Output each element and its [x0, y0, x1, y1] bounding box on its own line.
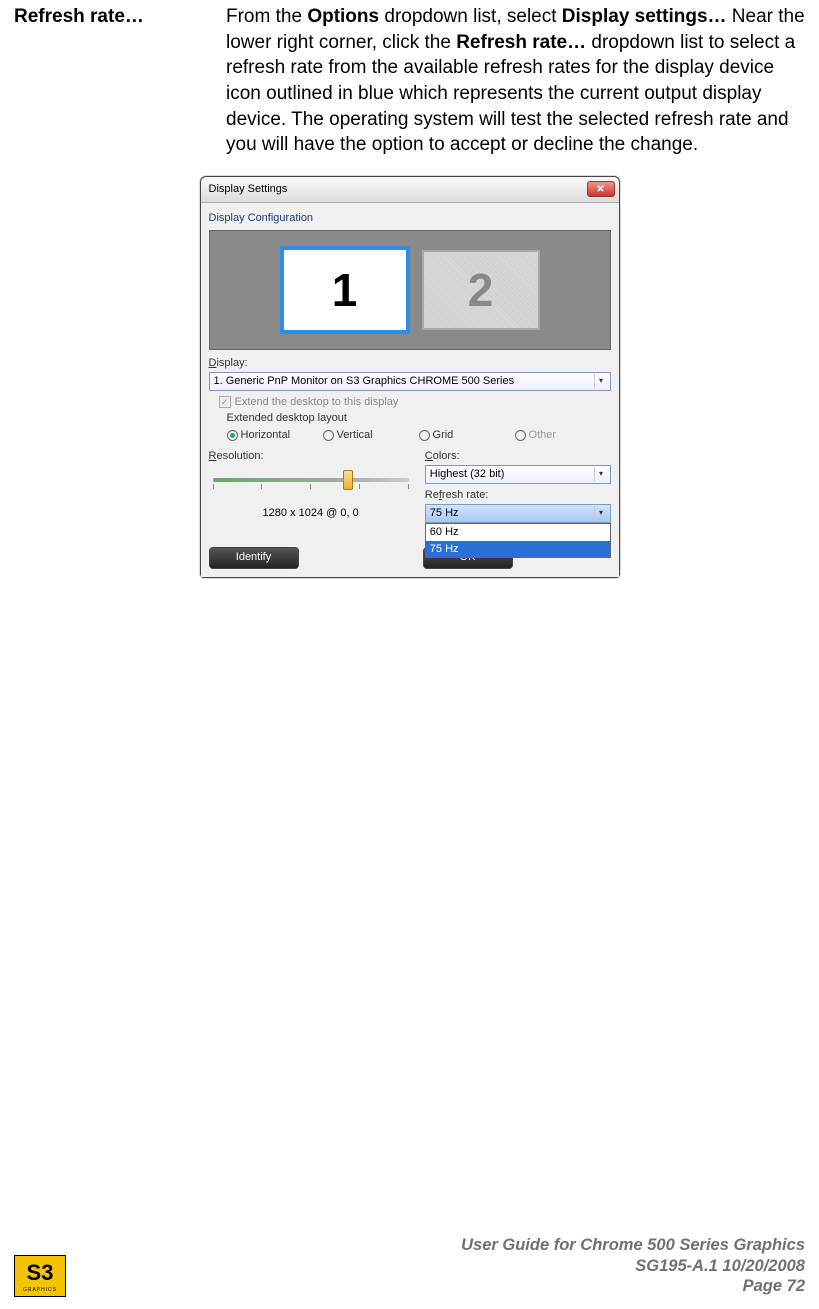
chevron-down-icon: ▾	[594, 506, 608, 520]
resolution-label: Resolution:	[209, 449, 413, 464]
footer-page-label: Page	[743, 1277, 787, 1295]
display-settings-dialog: Display Settings ✕ Display Configuration…	[200, 176, 620, 578]
page-footer: S3 GRAPHICS User Guide for Chrome 500 Se…	[0, 1235, 819, 1297]
desc-text: From the	[226, 6, 307, 27]
chevron-down-icon: ▾	[594, 374, 608, 388]
desc-bold-refresh-rate: Refresh rate…	[456, 32, 586, 53]
extended-layout-label: Extended desktop layout	[227, 411, 611, 426]
slider-ticks	[213, 484, 409, 489]
refresh-rate-label: Refresh rate:	[425, 488, 611, 503]
logo-main-text: S3	[27, 1258, 54, 1288]
chevron-down-icon: ▾	[594, 467, 608, 481]
resolution-slider[interactable]	[209, 470, 413, 504]
footer-docid-date: SG195-A.1 10/20/2008	[66, 1256, 805, 1277]
close-button[interactable]: ✕	[587, 181, 615, 197]
layout-other-radio: Other	[515, 428, 611, 443]
display-dropdown[interactable]: 1. Generic PnP Monitor on S3 Graphics CH…	[209, 372, 611, 391]
monitor-arrangement-area[interactable]: 1 2	[209, 230, 611, 350]
footer-page-number: 72	[787, 1277, 805, 1295]
colors-dropdown[interactable]: Highest (32 bit) ▾	[425, 465, 611, 484]
colors-label: Colors:	[425, 449, 611, 464]
colors-dropdown-value: Highest (32 bit)	[430, 467, 505, 482]
extended-layout-options: Horizontal Vertical Grid Other	[227, 428, 611, 443]
radio-icon	[227, 430, 238, 441]
layout-horizontal-radio[interactable]: Horizontal	[227, 428, 323, 443]
radio-icon	[323, 430, 334, 441]
refresh-rate-dropdown[interactable]: 75 Hz ▾	[425, 504, 611, 523]
s3-graphics-logo: S3 GRAPHICS	[14, 1255, 66, 1297]
refresh-rate-dropdown-value: 75 Hz	[430, 506, 459, 521]
slider-thumb[interactable]	[343, 470, 353, 490]
entry-label: Refresh rate…	[0, 4, 226, 158]
desc-bold-display-settings: Display settings…	[562, 6, 727, 27]
display-dropdown-value: 1. Generic PnP Monitor on S3 Graphics CH…	[214, 374, 515, 389]
display-configuration-label: Display Configuration	[209, 211, 611, 226]
desc-text: dropdown list, select	[379, 6, 562, 27]
layout-grid-radio[interactable]: Grid	[419, 428, 515, 443]
entry-description: From the Options dropdown list, select D…	[226, 4, 819, 158]
slider-track	[213, 478, 409, 482]
desc-bold-options: Options	[307, 6, 379, 27]
monitor-2[interactable]: 2	[422, 250, 540, 330]
dialog-title: Display Settings	[209, 182, 288, 197]
dialog-titlebar: Display Settings ✕	[201, 177, 619, 203]
footer-title: User Guide for Chrome 500 Series Graphic…	[66, 1235, 805, 1256]
radio-icon	[515, 430, 526, 441]
resolution-value: 1280 x 1024 @ 0, 0	[209, 506, 413, 521]
refresh-rate-option-60hz[interactable]: 60 Hz	[426, 524, 610, 541]
refresh-rate-option-75hz[interactable]: 75 Hz	[426, 541, 610, 558]
extend-desktop-label: Extend the desktop to this display	[235, 395, 399, 410]
radio-icon	[419, 430, 430, 441]
display-field-label: Display:	[209, 356, 611, 371]
monitor-1[interactable]: 1	[280, 246, 410, 334]
refresh-rate-dropdown-list: 60 Hz 75 Hz	[425, 523, 611, 559]
extend-desktop-checkbox-row: ✓ Extend the desktop to this display	[219, 395, 611, 410]
extend-desktop-checkbox[interactable]: ✓	[219, 396, 231, 408]
close-icon: ✕	[596, 183, 604, 197]
layout-vertical-radio[interactable]: Vertical	[323, 428, 419, 443]
logo-sub-text: GRAPHICS	[23, 1287, 57, 1294]
identify-button[interactable]: Identify	[209, 547, 299, 569]
